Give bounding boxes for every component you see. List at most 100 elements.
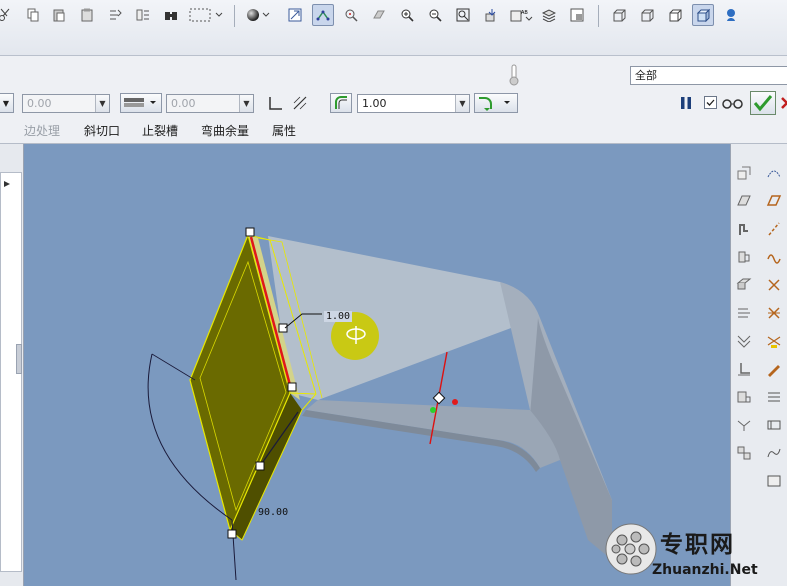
drag-handle[interactable] [278,323,288,333]
sketch-icon[interactable] [735,220,753,238]
no-hidden-icon[interactable] [664,4,686,26]
cancel-icon[interactable] [780,96,787,110]
sketch-tool-icon[interactable] [765,360,783,378]
wireframe-icon[interactable] [608,4,630,26]
chevron-down-icon[interactable]: ▼ [239,95,253,112]
layers-icon[interactable] [538,4,560,26]
flatten-icon[interactable] [735,444,753,462]
combo-b-value: 0.00 [171,97,196,110]
datum-plane-icon[interactable] [765,192,783,210]
filter-value: 全部 [635,69,657,82]
reorient-icon[interactable] [480,4,502,26]
bend-radius-side-button[interactable] [330,93,352,113]
revolve-icon[interactable] [765,416,783,434]
left-dropdown-button[interactable]: ▼ [0,93,14,113]
hole-icon[interactable] [735,248,753,266]
saved-views-icon[interactable]: AB [508,4,536,26]
tab-bend-allowance[interactable]: 弯曲余量 [201,122,249,139]
tab-edge-treatment[interactable]: 边处理 [24,122,60,139]
orient-icon[interactable] [368,4,390,26]
datum-point[interactable] [432,391,446,405]
chevron-down-icon[interactable]: ▼ [455,95,469,112]
watermark-url: Zhuanzhi.Net [652,562,758,578]
combo-a-value: 0.00 [27,97,52,110]
pause-icon[interactable] [680,96,692,110]
tab-properties[interactable]: 属性 [272,122,296,139]
regen-manager-icon[interactable] [132,4,154,26]
paste-icon[interactable] [48,4,70,26]
spin-center-icon[interactable] [340,4,362,26]
datum-curve-icon[interactable] [765,164,783,182]
extrude-icon[interactable] [765,388,783,406]
drag-handle[interactable] [245,227,255,237]
refit-icon[interactable] [284,4,306,26]
svg-text:AB: AB [521,10,528,16]
form-icon[interactable] [735,416,753,434]
confirm-button[interactable] [750,91,776,115]
axis-icon[interactable] [735,164,753,182]
view-manager-icon[interactable] [566,4,588,26]
sweep-icon[interactable] [765,444,783,462]
watermark-logo [605,523,657,575]
blend-icon[interactable] [765,472,783,490]
flip-profile-icon[interactable] [292,95,308,111]
thermometer-icon [509,64,519,86]
zoom-out-icon[interactable] [424,4,446,26]
zoom-in-icon[interactable] [396,4,418,26]
regenerate-icon[interactable] [104,4,126,26]
filter-combo[interactable]: 全部 [630,66,787,85]
dimension-label[interactable]: 1.00 [324,311,353,322]
collapse-arrow-icon[interactable] [3,180,11,188]
tab-miter-cut[interactable]: 斜切口 [84,122,120,139]
main-toolbar: AB [0,0,787,56]
selection-box-dropdown[interactable] [186,4,226,26]
flange-type-button[interactable] [120,93,162,113]
unbend-icon[interactable] [735,304,753,322]
chevron-down-icon[interactable]: ▼ [95,95,109,112]
flange-icon[interactable] [735,276,753,294]
right-feature-toolbar [730,144,787,586]
thickness-combo[interactable]: 1.00 ▼ [357,94,470,113]
length-combo-b[interactable]: 0.00 ▼ [166,94,254,113]
feature-dashboard: 全部 ▼ 0.00 ▼ 0.00 ▼ 1.00 ▼ 边处理 斜切口 止裂槽 弯曲… [0,56,787,144]
model-tree-icon[interactable] [720,4,742,26]
paste-special-icon[interactable] [76,4,98,26]
watermark-text: 专职网 [660,531,735,558]
find-icon[interactable] [160,4,182,26]
length-combo-a[interactable]: 0.00 ▼ [22,94,110,113]
analysis-icon[interactable] [765,332,783,350]
datum-axes-icon[interactable] [312,4,334,26]
glasses-icon[interactable] [722,96,744,110]
copy-icon[interactable] [22,4,44,26]
coordinate-system-icon[interactable] [765,304,783,322]
left-panel [0,144,24,586]
bend-icon[interactable] [735,332,753,350]
tab-relief[interactable]: 止裂槽 [142,122,178,139]
graphics-viewport[interactable]: 1.00 90.00 [24,144,730,586]
model-canvas[interactable] [24,144,730,586]
shading-icon[interactable] [244,4,274,26]
panel-splitter[interactable] [16,344,22,374]
drag-handle[interactable] [255,461,265,471]
corner-relief-icon[interactable] [735,360,753,378]
hidden-line-icon[interactable] [636,4,658,26]
profile-inner-icon[interactable] [268,95,284,111]
shaded-icon[interactable] [692,4,714,26]
drag-handle[interactable] [227,529,237,539]
datum-axis-icon[interactable] [765,220,783,238]
thickness-value: 1.00 [362,97,387,110]
checkmark-icon [753,95,773,112]
cut-icon[interactable] [0,4,16,26]
preview-checkbox[interactable] [704,96,717,109]
bend-radius-type-button[interactable] [474,93,518,113]
toolbar-separator [598,5,599,27]
curve-icon[interactable] [765,248,783,266]
angle-label[interactable]: 90.00 [258,507,288,518]
zoom-fit-icon[interactable] [452,4,474,26]
plane-icon[interactable] [735,192,753,210]
drag-handle[interactable] [287,382,297,392]
datum-point-icon[interactable] [765,276,783,294]
app-window: AB 全部 ▼ 0.00 ▼ 0.00 ▼ 1.00 ▼ 边处理 斜切口 止裂槽… [0,0,787,586]
rip-icon[interactable] [735,388,753,406]
toolbar-separator [234,5,235,27]
